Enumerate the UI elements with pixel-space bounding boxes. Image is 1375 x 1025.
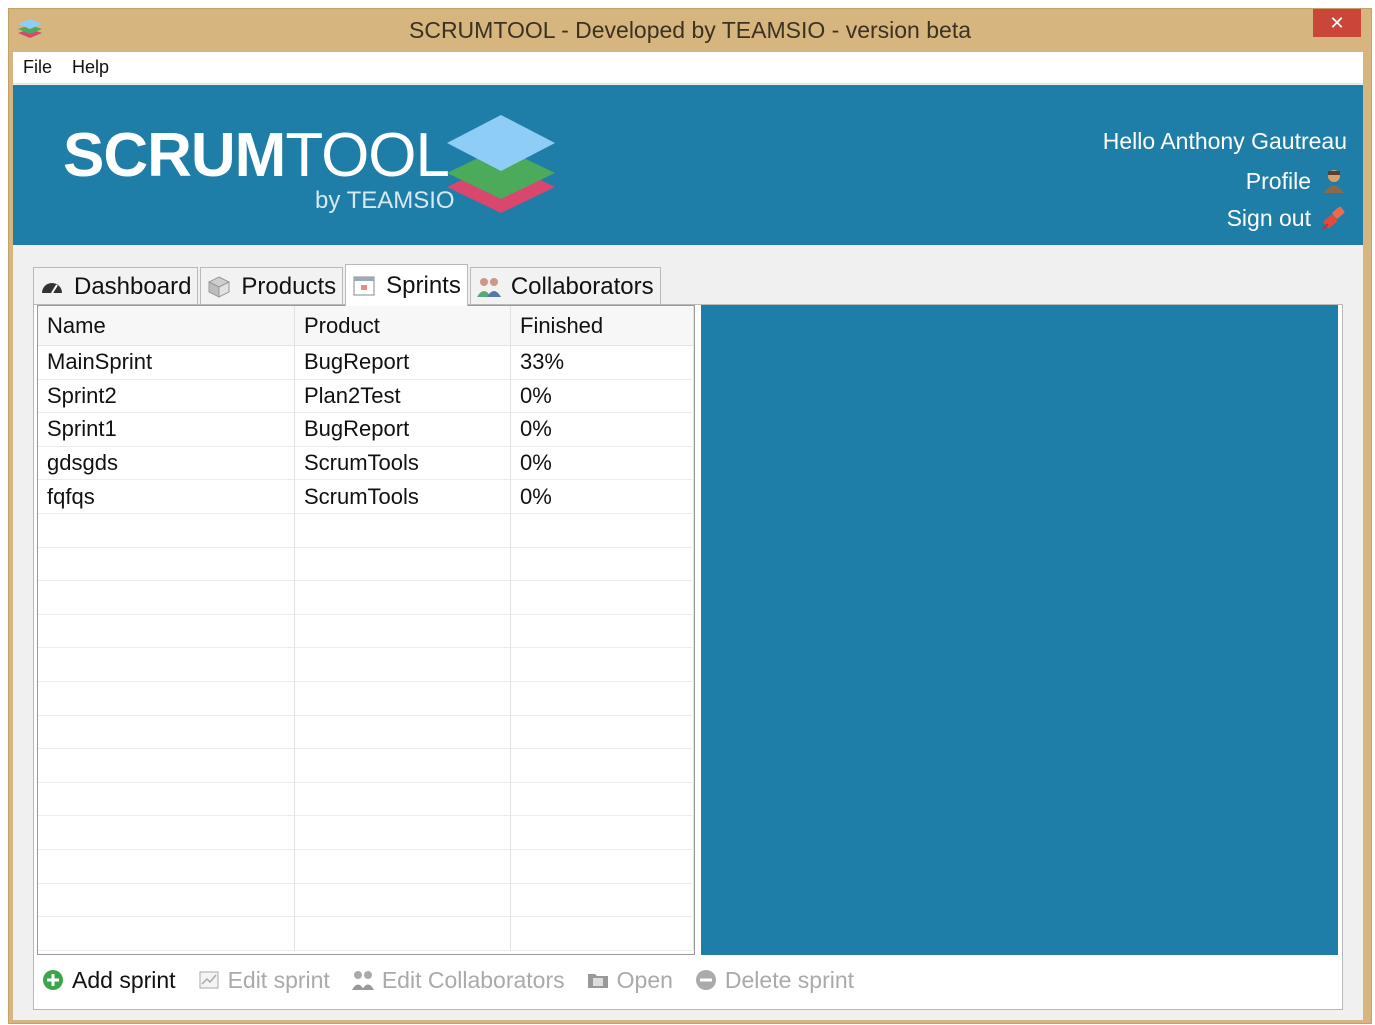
open-button[interactable]: Open <box>587 967 673 994</box>
title-bar: SCRUMTOOL - Developed by TEAMSIO - versi… <box>9 9 1371 51</box>
empty-row <box>38 883 694 918</box>
table-row[interactable]: MainSprint BugReport 33% <box>38 346 694 380</box>
table-header: Name Product Finished <box>38 306 694 346</box>
table-row[interactable]: Sprint2 Plan2Test 0% <box>38 379 694 414</box>
delete-sprint-button[interactable]: Delete sprint <box>695 967 854 994</box>
logo-byline: by TEAMSIO <box>315 187 455 214</box>
cell-product: ScrumTools <box>295 446 511 480</box>
cell-finished: 0% <box>511 379 694 413</box>
gauge-icon <box>42 282 62 294</box>
empty-row <box>38 581 694 615</box>
sprints-tab-panel: Name Product Finished MainSprint BugRepo… <box>33 304 1343 1010</box>
delete-sprint-label: Delete sprint <box>724 966 855 993</box>
column-header-finished[interactable]: Finished <box>511 306 694 345</box>
scrumtool-logo: SCRUMTOOL by TEAMSIO <box>63 113 583 223</box>
app-logo-icon <box>18 19 42 38</box>
edit-collaborators-button[interactable]: Edit Collaborators <box>351 966 565 994</box>
empty-row <box>38 749 694 783</box>
add-circle-icon <box>43 970 63 990</box>
cell-product: BugReport <box>295 346 511 379</box>
tab-products[interactable]: Products <box>200 267 344 305</box>
empty-row <box>38 917 694 951</box>
add-sprint-button[interactable]: Add sprint <box>42 967 176 994</box>
tab-collaborators[interactable]: Collaborators <box>469 267 661 305</box>
calendar-icon <box>353 276 375 295</box>
cell-product: ScrumTools <box>295 480 511 513</box>
layers-logo-icon <box>447 115 555 213</box>
empty-row <box>38 547 694 582</box>
menu-bar: File Help <box>13 52 1363 84</box>
menu-file[interactable]: File <box>23 57 52 78</box>
add-sprint-label: Add sprint <box>72 966 176 993</box>
client-area: File Help SCRUMTOOL by TEAMSIO Hello Ant… <box>13 52 1363 1020</box>
table-body: MainSprint BugReport 33% Sprint2 Plan2Te… <box>38 346 694 951</box>
tab-collaborators-label: Collaborators <box>510 272 654 300</box>
window-title: SCRUMTOOL - Developed by TEAMSIO - versi… <box>409 16 971 43</box>
empty-row <box>38 849 694 884</box>
empty-row <box>38 614 694 649</box>
signout-link[interactable]: Sign out <box>1103 199 1347 236</box>
cell-finished: 0% <box>511 413 694 446</box>
sprints-toolbar: Add sprint Edit sprint Edit Collaborator… <box>42 965 876 995</box>
logo-text-light: TOOL <box>285 121 450 190</box>
group-icon <box>351 971 374 990</box>
column-header-product[interactable]: Product <box>295 306 511 345</box>
profile-label: Profile <box>1245 167 1311 194</box>
cell-finished: 33% <box>511 346 694 379</box>
cell-name: gdsgds <box>38 446 295 480</box>
cell-finished: 0% <box>511 480 694 513</box>
close-icon: ✕ <box>1329 12 1345 33</box>
edit-sprint-button[interactable]: Edit sprint <box>198 967 330 994</box>
logo-text-bold: SCRUM <box>63 121 286 190</box>
menu-help[interactable]: Help <box>72 57 109 78</box>
table-row[interactable]: fqfqs ScrumTools 0% <box>38 480 694 514</box>
app-window: SCRUMTOOL - Developed by TEAMSIO - versi… <box>8 8 1372 1024</box>
empty-row <box>38 816 694 850</box>
cell-product: BugReport <box>295 413 511 446</box>
table-row[interactable]: gdsgds ScrumTools 0% <box>38 446 694 481</box>
close-button[interactable]: ✕ <box>1313 9 1361 37</box>
tab-sprints[interactable]: Sprints <box>345 264 468 306</box>
empty-row <box>38 715 694 750</box>
column-header-name[interactable]: Name <box>38 306 295 345</box>
plug-icon <box>1322 206 1345 230</box>
cell-name: fqfqs <box>38 480 295 513</box>
sprint-detail-panel <box>701 305 1338 955</box>
cell-name: Sprint2 <box>38 379 295 413</box>
empty-row <box>38 681 694 716</box>
edit-sprint-label: Edit sprint <box>227 966 330 993</box>
tab-dashboard-label: Dashboard <box>74 272 192 300</box>
tab-sprints-label: Sprints <box>386 271 461 299</box>
remove-circle-icon <box>695 970 716 990</box>
user-icon <box>1324 169 1344 193</box>
cell-product: Plan2Test <box>295 379 511 413</box>
empty-row <box>38 648 694 682</box>
folder-icon <box>587 974 608 988</box>
cell-name: Sprint1 <box>38 413 295 446</box>
chart-edit-icon <box>199 971 219 989</box>
greeting-text: Hello Anthony Gautreau <box>1102 128 1347 154</box>
main-tabs: Dashboard Products Sprints Collaborators <box>33 264 663 306</box>
header-banner: SCRUMTOOL by TEAMSIO Hello Anthony Gautr… <box>13 85 1363 245</box>
empty-row <box>38 782 694 817</box>
user-panel: Hello Anthony Gautreau Profile Sign out <box>1103 125 1347 236</box>
sprints-table[interactable]: Name Product Finished MainSprint BugRepo… <box>37 305 695 955</box>
tab-dashboard[interactable]: Dashboard <box>33 267 199 305</box>
tab-products-label: Products <box>241 272 337 300</box>
box-icon <box>208 275 231 298</box>
profile-link[interactable]: Profile <box>1103 162 1347 199</box>
cell-name: MainSprint <box>38 346 295 379</box>
edit-collaborators-label: Edit Collaborators <box>381 966 565 993</box>
cell-finished: 0% <box>511 446 694 480</box>
empty-row <box>38 513 694 548</box>
open-label: Open <box>616 966 673 993</box>
group-icon <box>476 277 501 297</box>
table-row[interactable]: Sprint1 BugReport 0% <box>38 413 694 447</box>
signout-label: Sign out <box>1226 204 1311 231</box>
